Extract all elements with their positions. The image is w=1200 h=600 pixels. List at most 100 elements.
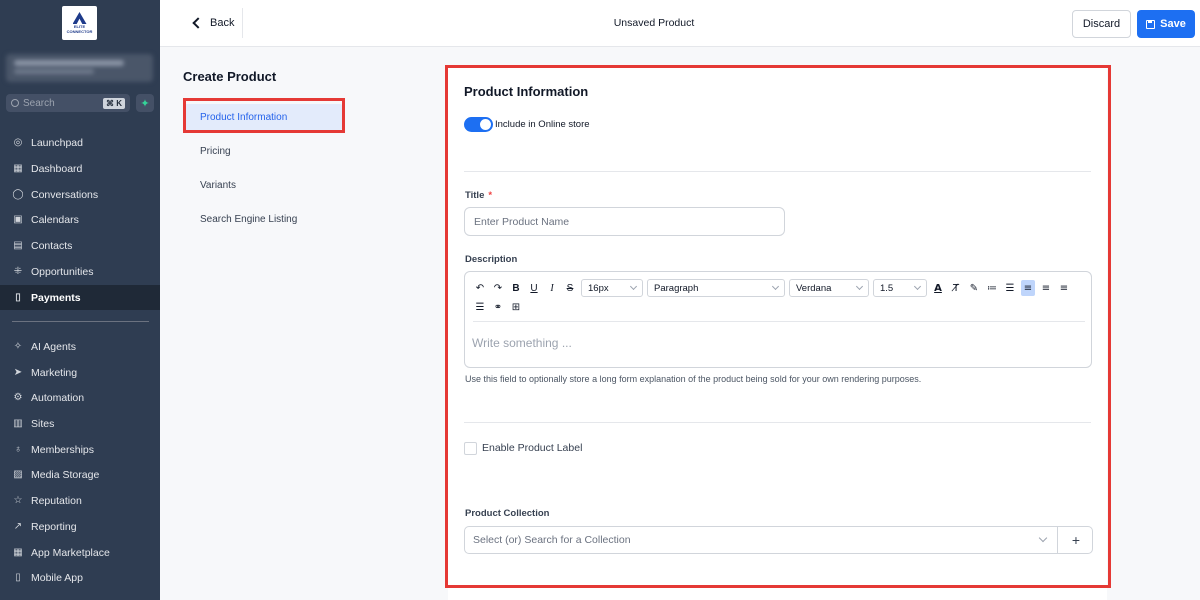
sidebar-item-payments[interactable]: ▯ Payments [0, 285, 160, 310]
sidebar-divider [12, 321, 149, 322]
sparkle-icon: ✧ [13, 341, 23, 352]
globe-icon: ▥ [13, 418, 23, 429]
chevron-down-icon [913, 282, 922, 291]
product-label-checkbox[interactable] [464, 442, 477, 455]
section-pricing[interactable]: Pricing [183, 139, 343, 163]
sidebar-item-mobile-app[interactable]: ▯ Mobile App [0, 565, 160, 590]
sidebar-item-app-marketplace[interactable]: ▦ App Marketplace [0, 540, 160, 565]
align-center-icon[interactable]: ≡ [1039, 280, 1053, 296]
line-height-value: 1.5 [880, 282, 894, 294]
font-size-select[interactable]: 16px [581, 279, 643, 297]
sidebar-search[interactable]: Search ⌘ K [6, 94, 130, 112]
save-button[interactable]: Save [1137, 10, 1195, 38]
sidebar-item-label: Dashboard [31, 162, 83, 175]
underline-icon[interactable]: U [527, 280, 541, 296]
sidebar-item-automation[interactable]: ⚙ Automation [0, 385, 160, 410]
quick-action-button[interactable]: ✦ [136, 94, 154, 112]
sidebar-item-ai-agents[interactable]: ✧ AI Agents [0, 334, 160, 359]
bold-icon[interactable]: B [509, 280, 523, 296]
product-sections-nav: Create Product Product Information Prici… [160, 47, 445, 600]
search-icon [11, 99, 19, 107]
chevron-down-icon [855, 282, 864, 291]
discard-button[interactable]: Discard [1072, 10, 1131, 38]
text-color-icon[interactable]: A [931, 280, 945, 296]
sidebar-item-label: Reputation [31, 494, 82, 507]
sidebar-item-sites[interactable]: ▥ Sites [0, 411, 160, 436]
bullet-list-icon[interactable]: ≔ [985, 280, 999, 296]
sidebar-item-launchpad[interactable]: ◎ Launchpad [0, 130, 160, 155]
sidebar-item-label: Contacts [31, 239, 73, 252]
top-header: Back Unsaved Product Discard Save [160, 0, 1200, 47]
collection-select[interactable]: Select (or) Search for a Collection + [464, 526, 1093, 554]
lightning-icon: ✦ [140, 97, 150, 110]
sidebar-item-reporting[interactable]: ↗ Reporting [0, 514, 160, 539]
online-store-toggle[interactable] [464, 117, 493, 132]
grid-icon: ▦ [13, 163, 23, 174]
sidebar-item-label: Sites [31, 417, 55, 430]
product-label-checkbox-label[interactable]: Enable Product Label [482, 442, 582, 454]
section-product-information[interactable]: Product Information [185, 104, 342, 130]
required-mark: * [488, 190, 493, 201]
numbered-list-icon[interactable]: ☰ [1003, 280, 1017, 296]
gear-icon: ⚙ [13, 392, 23, 403]
ribbon-icon: ♁ [14, 444, 22, 455]
sidebar-item-dashboard[interactable]: ▦ Dashboard [0, 156, 160, 181]
sidebar-item-opportunities[interactable]: ⁜ Opportunities [0, 259, 160, 284]
description-textarea[interactable]: Write something ... [472, 336, 572, 350]
star-icon: ☆ [13, 495, 23, 506]
table-icon[interactable]: ⊞ [509, 299, 523, 315]
sidebar-item-calendars[interactable]: ▣ Calendars [0, 207, 160, 232]
product-name-input[interactable] [464, 207, 785, 236]
undo-icon[interactable]: ↶ [473, 280, 487, 296]
sidebar-item-label: Mobile App [31, 571, 83, 584]
company-logo[interactable]: ELITE CONNECTOR [62, 6, 97, 40]
italic-icon[interactable]: I [545, 280, 559, 296]
align-left-icon[interactable]: ≡ [1021, 280, 1035, 296]
strikethrough-icon[interactable]: S [563, 280, 577, 296]
sidebar-item-label: Launchpad [31, 136, 83, 149]
sidebar-item-contacts[interactable]: ▤ Contacts [0, 233, 160, 258]
sidebar-item-label: Payments [31, 291, 81, 304]
block-type-value: Paragraph [654, 282, 699, 294]
sidebar-item-label: AI Agents [31, 340, 76, 353]
sidebar: ELITE CONNECTOR Search ⌘ K ✦ ◎ Launchpad … [0, 0, 160, 600]
collection-label: Product Collection [465, 508, 550, 519]
sidebar-item-label: Memberships [31, 443, 95, 456]
block-type-select[interactable]: Paragraph [647, 279, 785, 297]
justify-icon[interactable]: ☰ [473, 299, 487, 315]
font-family-select[interactable]: Verdana [789, 279, 869, 297]
clear-format-icon[interactable]: T̸ [949, 280, 963, 296]
calendar-icon: ▣ [13, 214, 23, 225]
section-search-engine-listing[interactable]: Search Engine Listing [183, 207, 343, 231]
sidebar-item-media-storage[interactable]: ▨ Media Storage [0, 462, 160, 487]
line-height-select[interactable]: 1.5 [873, 279, 927, 297]
link-icon[interactable]: ⚭ [491, 299, 505, 315]
sidebar-item-label: Reporting [31, 520, 77, 533]
align-right-icon[interactable]: ≡ [1057, 280, 1071, 296]
highlight-icon[interactable]: ✎ [967, 280, 981, 296]
section-divider [464, 422, 1091, 423]
rocket-icon: ◎ [13, 137, 23, 148]
sidebar-item-marketing[interactable]: ➤ Marketing [0, 360, 160, 385]
title-label-text: Title [465, 190, 485, 201]
trend-icon: ↗ [13, 521, 23, 532]
sidebar-item-label: App Marketplace [31, 546, 110, 559]
editor-toolbar-row-1: ↶ ↷ B U I S 16px Paragraph Verdana 1.5 A… [473, 279, 1075, 297]
account-name-redacted [14, 60, 124, 66]
redo-icon[interactable]: ↷ [491, 280, 505, 296]
collection-divider [1057, 527, 1058, 553]
sidebar-item-memberships[interactable]: ♁ Memberships [0, 437, 160, 462]
save-icon [1146, 19, 1156, 29]
font-size-value: 16px [588, 282, 609, 294]
sidebar-item-conversations[interactable]: ◯ Conversations [0, 182, 160, 207]
sidebar-item-label: Calendars [31, 213, 79, 226]
sidebar-item-reputation[interactable]: ☆ Reputation [0, 488, 160, 513]
online-store-label: Include in Online store [495, 119, 590, 130]
chevron-down-icon [629, 282, 638, 291]
search-placeholder: Search [23, 97, 55, 109]
section-divider [464, 171, 1091, 172]
add-collection-button[interactable]: + [1060, 527, 1092, 553]
section-variants[interactable]: Variants [183, 173, 343, 197]
account-switcher[interactable] [6, 54, 153, 82]
editor-toolbar-row-2: ☰ ⚭ ⊞ [473, 299, 527, 315]
